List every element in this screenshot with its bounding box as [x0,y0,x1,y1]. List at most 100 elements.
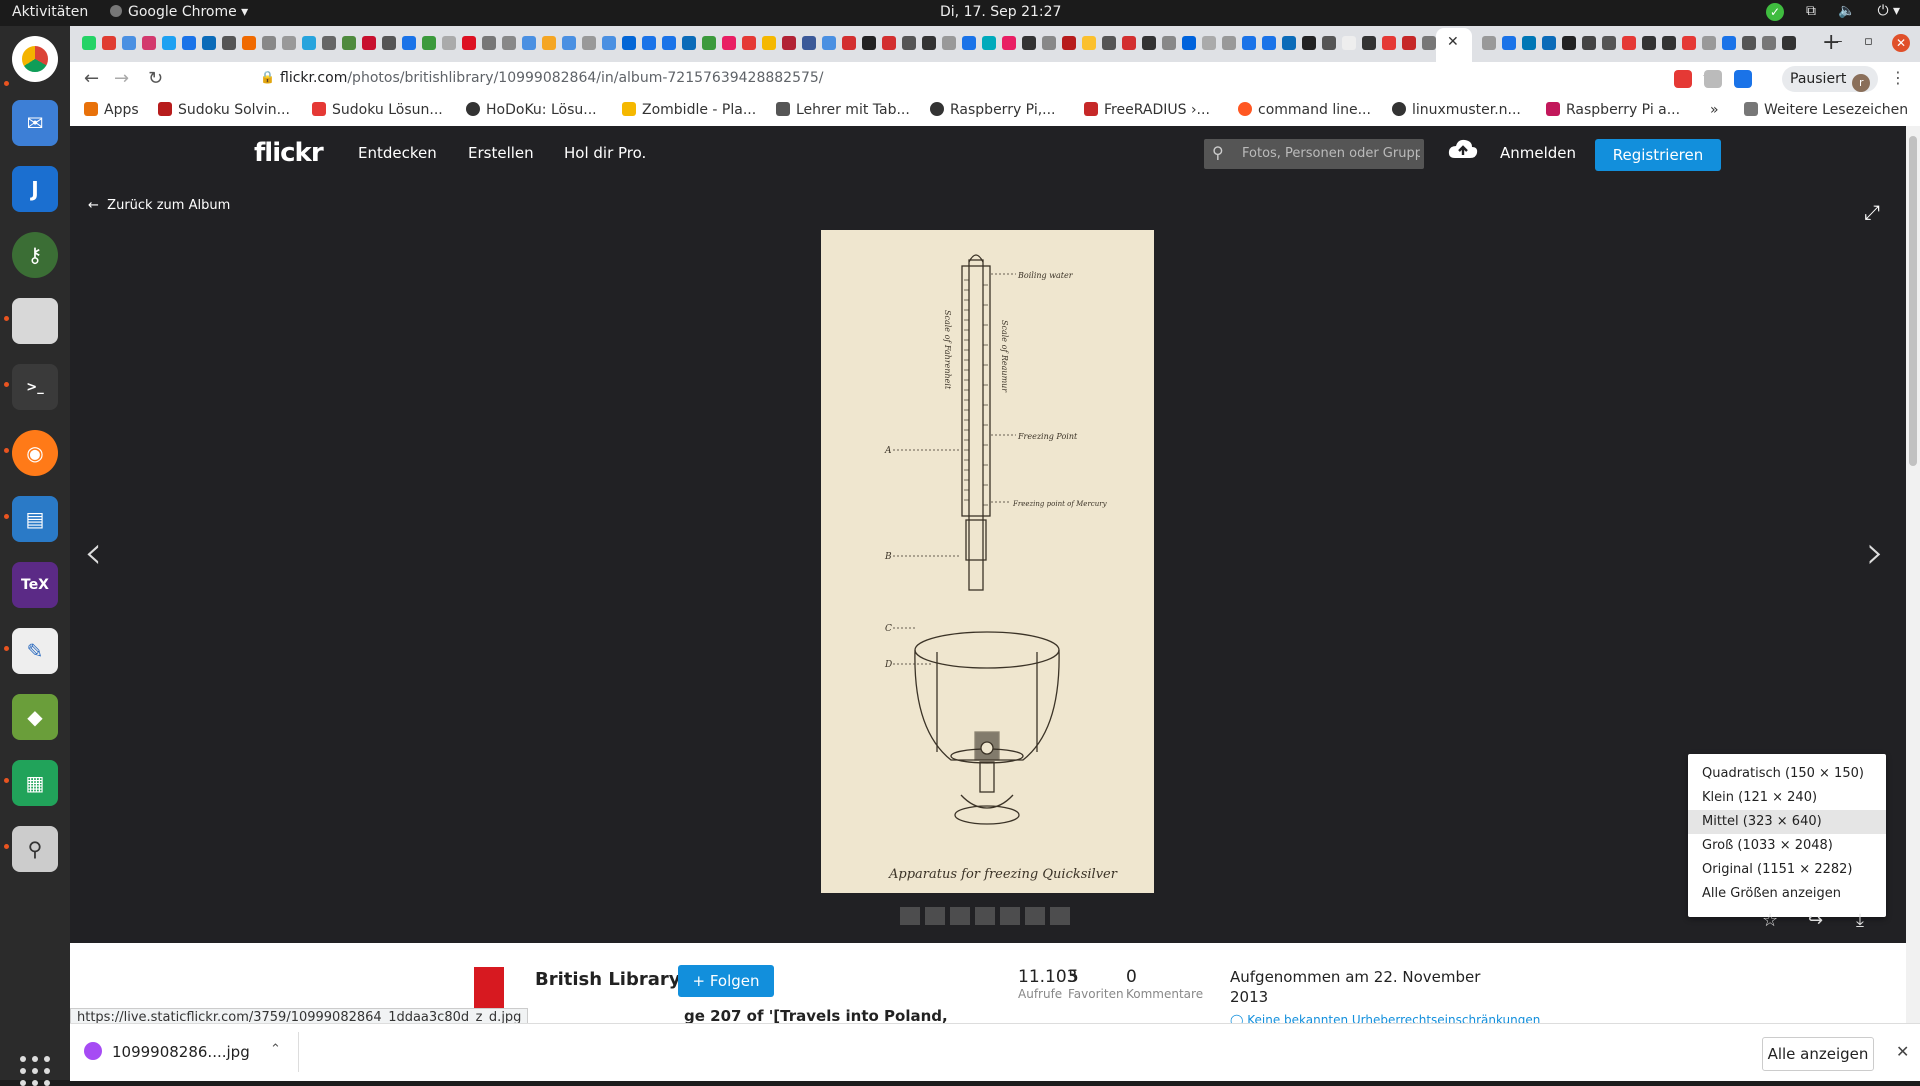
network-icon[interactable]: ⧉ [1806,3,1816,21]
firefox-icon[interactable]: ◉ [12,430,58,476]
update-ok-icon[interactable]: ✓ [1766,3,1784,21]
thumbnail[interactable] [925,907,945,925]
app-menu[interactable]: Google Chrome ▾ [110,4,248,20]
tab-icon[interactable] [202,36,216,50]
tab-icon[interactable] [722,36,736,50]
profile-button[interactable]: Pausiert r [1782,66,1879,92]
tab-icon[interactable] [462,36,476,50]
thumbnail[interactable] [950,907,970,925]
tab-icon[interactable] [822,36,836,50]
volume-icon[interactable]: 🔈 [1838,3,1855,21]
tab-icon[interactable] [982,36,996,50]
tab-icon[interactable] [1142,36,1156,50]
register-button[interactable]: Registrieren [1595,139,1721,171]
tab-icon[interactable] [1562,36,1576,50]
tab-icon[interactable] [1282,36,1296,50]
tab-icon[interactable] [262,36,276,50]
writer-icon[interactable]: ▤ [12,496,58,542]
tab-icon[interactable] [1742,36,1756,50]
thumbnail[interactable] [1025,907,1045,925]
tab-icon[interactable] [1242,36,1256,50]
tab-icon[interactable] [742,36,756,50]
tab-icon[interactable] [782,36,796,50]
forward-icon[interactable]: → [114,68,129,89]
next-photo-icon[interactable]: › [1866,525,1884,579]
bookmark-item[interactable]: linuxmuster.n... [1392,102,1521,118]
bookmark-apps[interactable]: Apps [84,102,139,118]
reload-icon[interactable]: ↻ [148,68,163,89]
tab-icon[interactable] [642,36,656,50]
tab-icon[interactable] [1022,36,1036,50]
tab-icon[interactable] [1102,36,1116,50]
tab-icon[interactable] [1602,36,1616,50]
download-item[interactable]: 1099908286....jpg [84,1042,250,1061]
tab-icon[interactable] [1222,36,1236,50]
tab-icon[interactable] [1202,36,1216,50]
tab-icon[interactable] [1622,36,1636,50]
thumbnail[interactable] [1000,907,1020,925]
maximize-icon[interactable]: ▫ [1864,34,1873,49]
tab-icon[interactable] [342,36,356,50]
thumbnail[interactable] [900,907,920,925]
size-option-medium[interactable]: Mittel (323 × 640) [1688,810,1886,834]
photo-main[interactable]: Boiling water Scale of Fahrenheit Scale … [821,230,1154,893]
tab-icon[interactable] [882,36,896,50]
tab-icon[interactable] [1662,36,1676,50]
tab-icon[interactable] [1762,36,1776,50]
login-link[interactable]: Anmelden [1500,144,1576,162]
facebook-tab-icon[interactable] [802,36,816,50]
tab-close-icon[interactable]: ✕ [1447,34,1459,50]
tab-icon[interactable] [682,36,696,50]
tab-icon[interactable] [962,36,976,50]
tab-icon[interactable] [1702,36,1716,50]
bookmark-item[interactable]: command line... [1238,102,1371,118]
tab-icon[interactable] [942,36,956,50]
tab-icon[interactable] [1522,36,1536,50]
twitter-tab-icon[interactable] [162,36,176,50]
show-all-downloads-button[interactable]: Alle anzeigen [1762,1037,1874,1071]
tab-icon[interactable] [1362,36,1376,50]
terminal-icon[interactable]: >_ [12,364,58,410]
tab-icon[interactable] [482,36,496,50]
extension-icon[interactable] [1734,70,1752,88]
nav-entdecken[interactable]: Entdecken [358,144,437,162]
address-bar[interactable]: 🔒 flickr.com/photos/britishlibrary/10999… [182,65,1762,93]
chrome-menu-icon[interactable]: ⋮ [1890,68,1906,87]
tab-icon[interactable] [122,36,136,50]
tab-icon[interactable] [1502,36,1516,50]
author-name[interactable]: British Library [535,969,681,990]
tab-icon[interactable] [422,36,436,50]
bookmark-item[interactable]: Lehrer mit Tab... [776,102,910,118]
calc-icon[interactable]: ▦ [12,760,58,806]
nav-erstellen[interactable]: Erstellen [468,144,534,162]
texmaker-icon[interactable]: TeX [12,562,58,608]
previous-photo-icon[interactable]: ‹ [84,525,102,579]
tab-icon[interactable] [222,36,236,50]
tab-icon[interactable] [142,36,156,50]
follow-button[interactable]: + Folgen [678,965,774,997]
tab-icon[interactable] [322,36,336,50]
size-option-square[interactable]: Quadratisch (150 × 150) [1688,762,1886,786]
tab-icon[interactable] [1582,36,1596,50]
tab-icon[interactable] [1542,36,1556,50]
tab-icon[interactable] [1402,36,1416,50]
power-icon[interactable]: ⏻ ▾ [1877,3,1900,21]
chevron-up-icon[interactable]: ⌃ [270,1042,281,1057]
thumbnail[interactable] [975,907,995,925]
tab-icon[interactable] [922,36,936,50]
size-option-large[interactable]: Groß (1033 × 2048) [1688,834,1886,858]
bookmark-item[interactable]: Zombidle - Pla... [622,102,756,118]
tab-icon[interactable] [582,36,596,50]
share-icon[interactable]: ↪ [1808,910,1823,931]
tab-icon[interactable] [662,36,676,50]
size-option-small[interactable]: Klein (121 × 240) [1688,786,1886,810]
whatsapp-tab-icon[interactable] [82,36,96,50]
other-bookmarks[interactable]: Weitere Lesezeichen [1744,102,1908,118]
mail-icon[interactable]: ✉ [12,100,58,146]
tab-icon[interactable] [542,36,556,50]
tab-icon[interactable] [1162,36,1176,50]
page-scrollbar[interactable] [1906,126,1920,1023]
search-box[interactable]: ⚲ [1204,139,1424,169]
tab-icon[interactable] [622,36,636,50]
tab-icon[interactable] [1042,36,1056,50]
